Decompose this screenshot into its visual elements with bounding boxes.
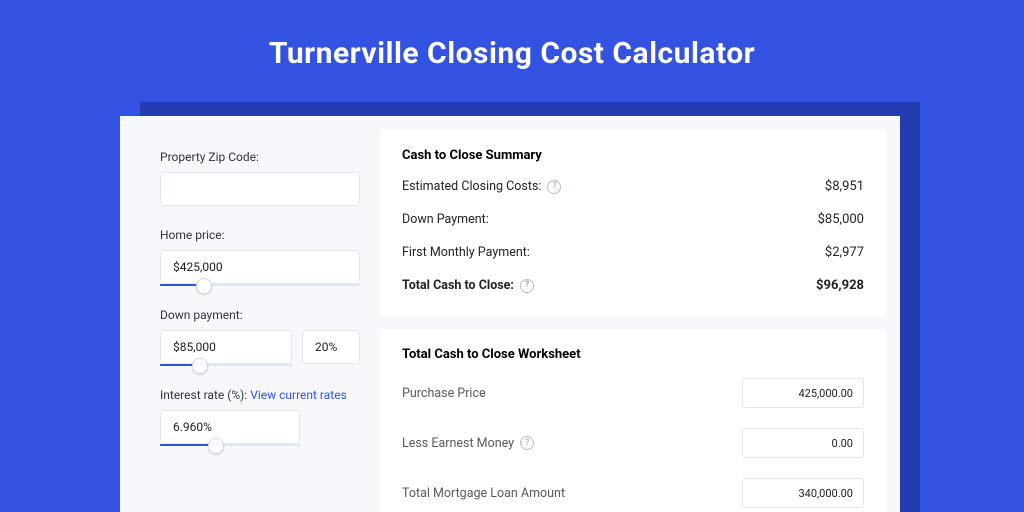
summary-value: $8,951	[825, 179, 864, 194]
down-payment-input[interactable]: $85,000	[160, 330, 292, 364]
summary-row-est-closing: Estimated Closing Costs: ? $8,951	[402, 179, 864, 194]
summary-label: Down Payment:	[402, 212, 489, 227]
help-icon[interactable]: ?	[520, 436, 534, 450]
down-payment-slider[interactable]	[160, 364, 292, 366]
zip-input[interactable]	[160, 172, 360, 206]
interest-rate-label-text: Interest rate (%):	[160, 388, 247, 402]
summary-value: $2,977	[825, 245, 864, 260]
worksheet-row-total-mortgage: Total Mortgage Loan Amount 340,000.00	[402, 478, 864, 508]
slider-thumb-icon[interactable]	[208, 438, 224, 454]
page-title: Turnerville Closing Cost Calculator	[0, 0, 1024, 71]
field-interest-rate: Interest rate (%): View current rates 6.…	[160, 388, 360, 446]
calculator-card: Property Zip Code: Home price: $425,000 …	[120, 116, 900, 512]
input-panel: Property Zip Code: Home price: $425,000 …	[120, 116, 380, 512]
summary-value: $96,928	[816, 278, 864, 293]
field-zip: Property Zip Code:	[160, 150, 360, 206]
summary-row-total: Total Cash to Close: ? $96,928	[402, 278, 864, 293]
worksheet-row-purchase-price: Purchase Price 425,000.00	[402, 378, 864, 408]
summary-value: $85,000	[818, 212, 864, 227]
field-home-price: Home price: $425,000	[160, 228, 360, 286]
summary-label: First Monthly Payment:	[402, 245, 530, 260]
summary-label: Estimated Closing Costs:	[402, 179, 541, 194]
slider-thumb-icon[interactable]	[192, 358, 208, 374]
app-root: Turnerville Closing Cost Calculator Prop…	[0, 0, 1024, 512]
worksheet-label: Total Mortgage Loan Amount	[402, 486, 565, 501]
home-price-label: Home price:	[160, 228, 360, 242]
down-payment-label: Down payment:	[160, 308, 360, 322]
home-price-input[interactable]: $425,000	[160, 250, 360, 284]
worksheet-title: Total Cash to Close Worksheet	[402, 347, 864, 362]
field-down-payment: Down payment: $85,000 20%	[160, 308, 360, 366]
help-icon[interactable]: ?	[520, 279, 534, 293]
summary-row-down-payment: Down Payment: $85,000	[402, 212, 864, 227]
help-icon[interactable]: ?	[547, 180, 561, 194]
worksheet-label: Purchase Price	[402, 386, 486, 401]
summary-label: Total Cash to Close:	[402, 278, 514, 293]
interest-rate-input[interactable]: 6.960%	[160, 410, 300, 444]
worksheet-card: Total Cash to Close Worksheet Purchase P…	[380, 329, 886, 512]
down-payment-pct-input[interactable]: 20%	[302, 330, 360, 364]
interest-rate-slider[interactable]	[160, 444, 300, 446]
results-panel: Cash to Close Summary Estimated Closing …	[380, 116, 900, 512]
slider-thumb-icon[interactable]	[196, 278, 212, 294]
worksheet-label: Less Earnest Money	[402, 436, 514, 451]
worksheet-value-input[interactable]: 340,000.00	[742, 478, 864, 508]
worksheet-value-input[interactable]: 0.00	[742, 428, 864, 458]
interest-rate-label: Interest rate (%): View current rates	[160, 388, 360, 402]
summary-row-first-monthly: First Monthly Payment: $2,977	[402, 245, 864, 260]
worksheet-row-less-earnest: Less Earnest Money ? 0.00	[402, 428, 864, 458]
home-price-slider[interactable]	[160, 284, 360, 286]
worksheet-value-input[interactable]: 425,000.00	[742, 378, 864, 408]
zip-label: Property Zip Code:	[160, 150, 360, 164]
view-current-rates-link[interactable]: View current rates	[250, 388, 347, 402]
summary-title: Cash to Close Summary	[402, 148, 864, 163]
summary-card: Cash to Close Summary Estimated Closing …	[380, 130, 886, 317]
